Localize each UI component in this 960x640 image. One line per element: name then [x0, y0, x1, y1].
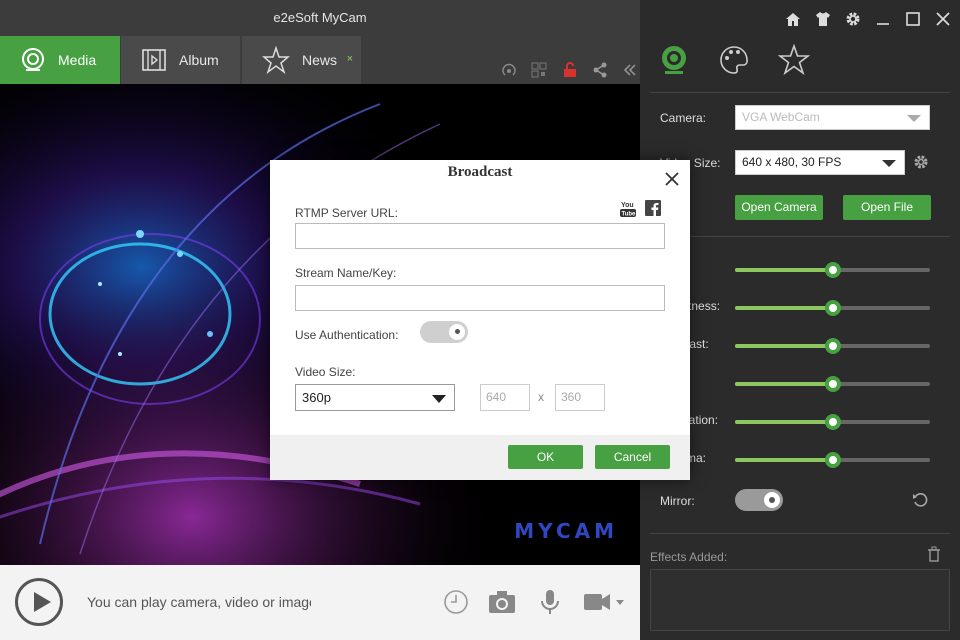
slider-handle[interactable]: [824, 338, 841, 354]
adjustment-slider[interactable]: [735, 376, 930, 392]
video-size-select[interactable]: 640 x 480, 30 FPS: [735, 150, 905, 175]
video-size-preset-select[interactable]: 360p: [295, 384, 455, 411]
camera-label: Camera:: [660, 111, 707, 125]
rtmp-url-input[interactable]: [295, 223, 665, 249]
adjustment-slider[interactable]: [735, 300, 930, 316]
home-icon[interactable]: [784, 10, 802, 28]
mirror-toggle[interactable]: [735, 489, 783, 511]
auth-label: Use Authentication:: [295, 328, 399, 342]
window-title: e2eSoft MyCam: [273, 10, 367, 25]
video-size-select-value: 640 x 480, 30 FPS: [742, 155, 842, 169]
cancel-button[interactable]: Cancel: [595, 445, 670, 469]
divider: [650, 533, 950, 534]
video-camera-icon[interactable]: [583, 589, 627, 618]
mirror-label: Mirror:: [660, 494, 695, 508]
divider: [650, 92, 950, 93]
stream-key-input[interactable]: [295, 285, 665, 311]
palette-icon[interactable]: [718, 44, 750, 76]
star-icon: [262, 46, 290, 74]
slider-fill: [735, 306, 833, 310]
trash-icon[interactable]: [926, 546, 942, 562]
adjustment-slider[interactable]: [735, 262, 930, 278]
tab-news[interactable]: News ×: [242, 36, 361, 84]
toggle-knob: [449, 324, 465, 340]
slider-handle[interactable]: [824, 414, 841, 430]
slider-handle[interactable]: [824, 376, 841, 392]
height-input[interactable]: 360: [555, 384, 605, 411]
broadcast-dialog: Broadcast RTMP Server URL: You Tube Strea…: [270, 160, 690, 480]
slider-handle[interactable]: [824, 262, 841, 278]
share-icon[interactable]: [592, 62, 608, 78]
minimize-icon[interactable]: [874, 10, 892, 28]
webcam-icon: [22, 48, 44, 71]
mycam-logo: MYCAM: [514, 519, 618, 543]
video-settings-gear-icon[interactable]: [913, 154, 929, 170]
chevron-down-icon: [907, 115, 921, 122]
app-window: e2eSoft MyCam Media Album News × MYCAM Y…: [0, 0, 960, 640]
stream-key-label: Stream Name/Key:: [295, 266, 397, 280]
tab-media[interactable]: Media: [0, 36, 120, 84]
slider-handle[interactable]: [824, 300, 841, 316]
tab-news-close-icon[interactable]: ×: [347, 53, 353, 65]
gear-icon[interactable]: [844, 10, 862, 28]
camera-select-value: VGA WebCam: [742, 110, 820, 124]
tab-album[interactable]: Album: [121, 36, 240, 84]
webcam-icon[interactable]: [658, 44, 690, 76]
tab-news-label: News: [302, 52, 338, 68]
film-icon: [142, 49, 166, 71]
effects-list[interactable]: [650, 569, 950, 631]
open-file-button[interactable]: Open File: [843, 195, 931, 220]
dialog-footer: OK Cancel: [270, 435, 690, 480]
timer-icon[interactable]: [443, 589, 469, 618]
open-camera-button[interactable]: Open Camera: [735, 195, 823, 220]
slider-fill: [735, 382, 833, 386]
collapse-icon[interactable]: [622, 62, 638, 78]
play-button[interactable]: [15, 578, 63, 626]
adjustment-slider[interactable]: [735, 414, 930, 430]
divider: [650, 236, 950, 237]
youtube-icon[interactable]: You Tube: [620, 200, 637, 218]
chevron-down-icon: [882, 160, 896, 167]
toggle-knob: [764, 492, 780, 508]
shirt-icon[interactable]: [814, 10, 832, 28]
adjustment-slider[interactable]: [735, 452, 930, 468]
width-input[interactable]: 640: [480, 384, 530, 411]
slider-fill: [735, 458, 833, 462]
bottom-bar: You can play camera, video or image: [0, 565, 640, 640]
adjustment-slider[interactable]: [735, 338, 930, 354]
camera-icon[interactable]: [488, 589, 516, 618]
close-icon[interactable]: [664, 171, 680, 187]
slider-fill: [735, 344, 833, 348]
chevron-down-icon: [432, 395, 446, 403]
tab-album-label: Album: [179, 52, 219, 68]
camera-select[interactable]: VGA WebCam: [735, 105, 930, 130]
close-icon[interactable]: [934, 10, 952, 28]
dialog-title: Broadcast: [447, 164, 513, 180]
dialog-video-size-label: Video Size:: [295, 365, 356, 379]
auth-toggle[interactable]: [420, 321, 468, 343]
effects-added-label: Effects Added:: [650, 550, 728, 564]
facebook-icon[interactable]: [645, 200, 661, 216]
maximize-icon[interactable]: [904, 10, 922, 28]
svg-text:Tube: Tube: [622, 212, 637, 218]
reset-icon[interactable]: [912, 492, 928, 508]
slider-fill: [735, 420, 833, 424]
rtmp-label: RTMP Server URL:: [295, 206, 398, 220]
ok-button[interactable]: OK: [508, 445, 583, 469]
lock-icon[interactable]: [562, 62, 578, 78]
slider-handle[interactable]: [824, 452, 841, 468]
svg-text:You: You: [621, 202, 634, 209]
qrcode-icon[interactable]: [531, 62, 547, 78]
slider-fill: [735, 268, 833, 272]
broadcast-icon[interactable]: [501, 62, 517, 78]
status-text: You can play camera, video or image: [87, 594, 311, 610]
size-separator: x: [538, 390, 544, 404]
video-size-preset-value: 360p: [302, 390, 331, 405]
tab-media-label: Media: [58, 52, 97, 68]
star-icon[interactable]: [778, 44, 810, 76]
microphone-icon[interactable]: [539, 589, 561, 618]
